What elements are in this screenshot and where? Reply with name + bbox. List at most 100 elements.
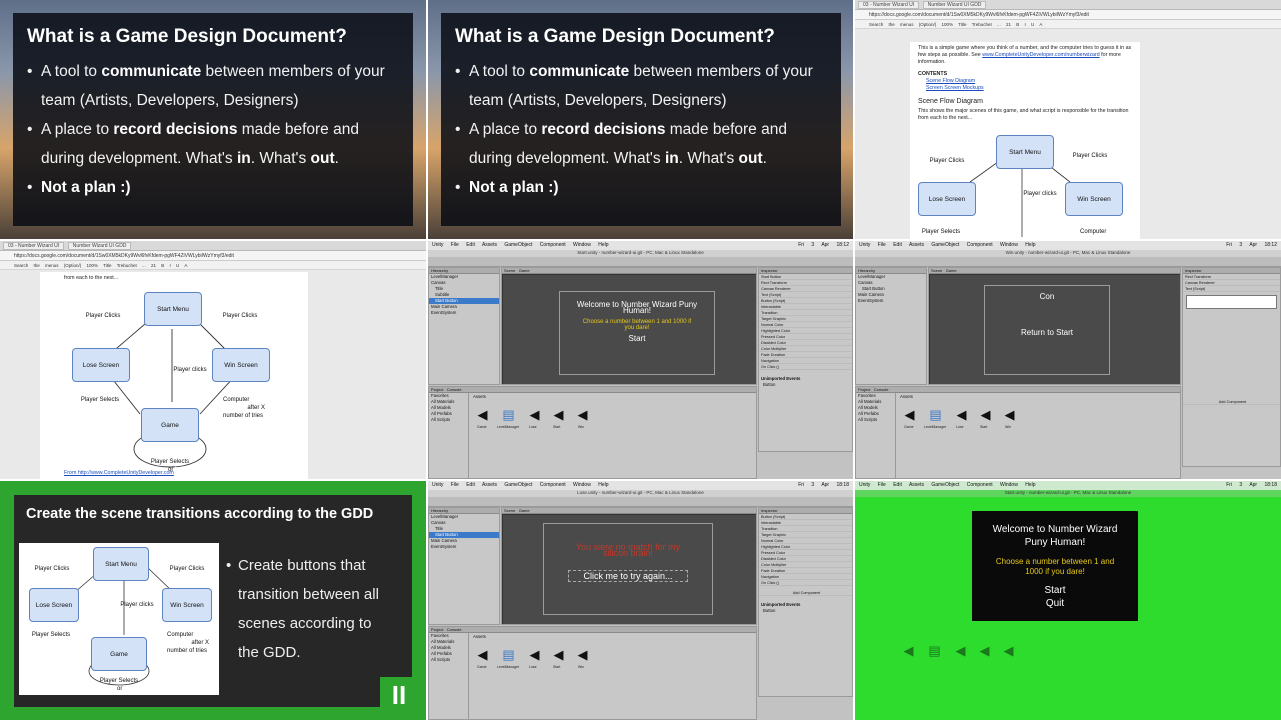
tab-project[interactable]: Project: [858, 387, 870, 392]
label-try-again-left: Player Clicks Try Again: [78, 312, 128, 328]
window-title: Start.unity - number-wizard-ui.git - PC,…: [855, 490, 1281, 497]
scene-view[interactable]: Welcome to Number Wizard Puny Human! Cho…: [502, 274, 756, 384]
fav-item[interactable]: All Scripts: [431, 657, 468, 663]
unity-scene-icon[interactable]: ◀: [977, 643, 992, 658]
unity-scene-icon[interactable]: ◀: [1002, 407, 1017, 422]
return-start-button[interactable]: Return to Start: [985, 329, 1109, 337]
fav-item[interactable]: All Scripts: [431, 417, 468, 423]
try-again-button[interactable]: Click me to try again...: [568, 570, 688, 582]
script-icon[interactable]: ▤: [927, 643, 942, 658]
bullet-text: Create buttons that transition between a…: [238, 557, 379, 661]
unity-scene-icon[interactable]: ◀: [978, 407, 993, 422]
unity-scene-icon[interactable]: ◀: [954, 407, 969, 422]
label-bold: Higher: [96, 686, 116, 692]
doc-page: from each to the next... Start Menu Lose…: [40, 272, 308, 479]
bullet-bold: in: [236, 150, 251, 167]
tab-scene[interactable]: Scene: [931, 268, 942, 273]
insp-row[interactable]: On Click (): [759, 364, 852, 370]
intro-link[interactable]: www.CompleteUnityDeveloper.com/numberwiz…: [982, 52, 1099, 58]
menu-items[interactable]: Unity File Edit Assets GameObject Compon…: [859, 482, 1036, 488]
toc-link-mockups[interactable]: Screen Screen Mockups: [926, 85, 984, 91]
menu-items[interactable]: Unity File Edit Assets GameObject Compon…: [432, 242, 609, 248]
browser-tab[interactable]: 03 - Number Wizard UI: [3, 242, 65, 250]
text-input[interactable]: [1186, 295, 1277, 309]
from-link[interactable]: From http://www.CompleteUnityDeveloper.c…: [64, 470, 174, 477]
add-component-button[interactable]: Add Component: [1183, 399, 1280, 405]
unity-scene-icon[interactable]: ◀: [575, 647, 590, 662]
flow-diagram: Start Menu Lose Screen Win Screen Player…: [910, 127, 1140, 239]
menu-items[interactable]: Unity File Edit Assets GameObject Compon…: [859, 242, 1036, 248]
tab-project[interactable]: Project: [431, 627, 443, 632]
label-bold: to guess: [164, 640, 190, 646]
start-button-text[interactable]: Start: [560, 335, 714, 343]
unity-scene-icon[interactable]: ◀: [527, 647, 542, 662]
script-icon[interactable]: ▤: [501, 647, 516, 662]
tab-scene[interactable]: Scene: [504, 508, 515, 513]
hierarchy-panel: Hierarchy LevelManager Canvas Title Subt…: [428, 267, 500, 385]
tab-console[interactable]: Console: [874, 387, 889, 392]
game-view[interactable]: Welcome to Number Wizard Puny Human! Cho…: [972, 511, 1138, 621]
project-panel: Project Console Favorites All Materials …: [855, 386, 1181, 479]
bullet-record-decisions: A place to record decisions made before …: [27, 115, 399, 173]
address-bar[interactable]: https://docs.google.com/document/d/1Sw0X…: [855, 10, 1281, 20]
bullet-communicate: A tool to communicate between members of…: [455, 57, 827, 115]
slide-gdd-2: What is a Game Design Document? A tool t…: [428, 0, 853, 239]
insp-row[interactable]: On Click (): [759, 580, 852, 586]
unity-scene-icon[interactable]: ◀: [575, 407, 590, 422]
bullet-dot: •: [226, 557, 232, 574]
quit-button[interactable]: Quit: [972, 598, 1138, 609]
unity-toolbar: [855, 257, 1281, 267]
scene-view[interactable]: Con Return to Start: [929, 274, 1180, 384]
tab-game[interactable]: Game: [519, 508, 530, 513]
unity-toolbar: [428, 497, 853, 507]
tab-game[interactable]: Game: [519, 268, 530, 273]
label-text: Player clicks: [120, 602, 154, 608]
hier-item[interactable]: EventSystem: [429, 544, 499, 550]
unity-scene-icon[interactable]: ◀: [1001, 643, 1016, 658]
hier-item[interactable]: EventSystem: [856, 298, 926, 304]
fav-item[interactable]: All Scripts: [858, 417, 895, 423]
label-text: after X: [247, 405, 266, 411]
unity-scene-icon[interactable]: ◀: [901, 643, 916, 658]
address-bar[interactable]: https://docs.google.com/document/d/1Sw0X…: [0, 251, 426, 261]
start-button[interactable]: Start: [972, 585, 1138, 596]
insp-row[interactable]: Text (Script): [1183, 286, 1280, 292]
tab-game[interactable]: Game: [946, 268, 957, 273]
scene-panel: Scene Game Con Return to Start: [928, 267, 1181, 385]
unity-scene-icon[interactable]: ◀: [475, 647, 490, 662]
docs-toolbar[interactable]: Search the menus (Option/) 100% Title Tr…: [855, 20, 1281, 29]
unity-scene-icon[interactable]: ◀: [902, 407, 917, 422]
unity-scene-icon[interactable]: ◀: [527, 407, 542, 422]
bullet-bold: Not a plan :): [469, 179, 559, 196]
tab-console[interactable]: Console: [447, 627, 462, 632]
add-component-button[interactable]: Add Component: [759, 590, 852, 596]
docs-toolbar[interactable]: Search the menus (Option/) 100% Title Tr…: [0, 261, 426, 270]
tab-project[interactable]: Project: [431, 387, 443, 392]
unity-scene-icon[interactable]: ◀: [551, 407, 566, 422]
browser-tab[interactable]: Number Wizard UI GDD: [67, 242, 132, 250]
button-label: Button: [763, 382, 776, 387]
bullet-text: A tool to: [469, 63, 530, 80]
browser-tab[interactable]: 03 - Number Wizard UI: [858, 1, 920, 9]
contents-heading: CONTENTS: [918, 71, 948, 77]
unity-toolbar: [428, 257, 853, 267]
from-link-text[interactable]: From http://www.CompleteUnityDeveloper.c…: [64, 470, 174, 476]
browser-tab[interactable]: Number Wizard UI GDD: [922, 1, 987, 9]
unity-scene-icon[interactable]: ◀: [551, 647, 566, 662]
window-title: Start.unity - number-wizard-ui.git - PC,…: [428, 250, 853, 257]
unity-scene-icon[interactable]: ◀: [475, 407, 490, 422]
hier-item[interactable]: EventSystem: [429, 310, 499, 316]
label-try-again-left: Player Clicks Try Again: [29, 565, 75, 581]
script-icon[interactable]: ▤: [928, 407, 943, 422]
unity-scene-icon[interactable]: ◀: [953, 643, 968, 658]
slide-text-box: What is a Game Design Document? A tool t…: [13, 13, 413, 226]
browser-tabbar: 03 - Number Wizard UI Number Wizard UI G…: [855, 0, 1281, 10]
toc-link-flow[interactable]: Scene Flow Diagram: [926, 78, 975, 84]
label-bold: Correct Guess: [30, 640, 72, 646]
tab-console[interactable]: Console: [447, 387, 462, 392]
unity-menubar: Unity File Edit Assets GameObject Compon…: [855, 481, 1281, 490]
tab-scene[interactable]: Scene: [504, 268, 515, 273]
script-icon[interactable]: ▤: [501, 407, 516, 422]
menu-items[interactable]: Unity File Edit Assets GameObject Compon…: [432, 482, 609, 488]
scene-view[interactable]: You were no match for my silicon brain! …: [502, 514, 756, 624]
